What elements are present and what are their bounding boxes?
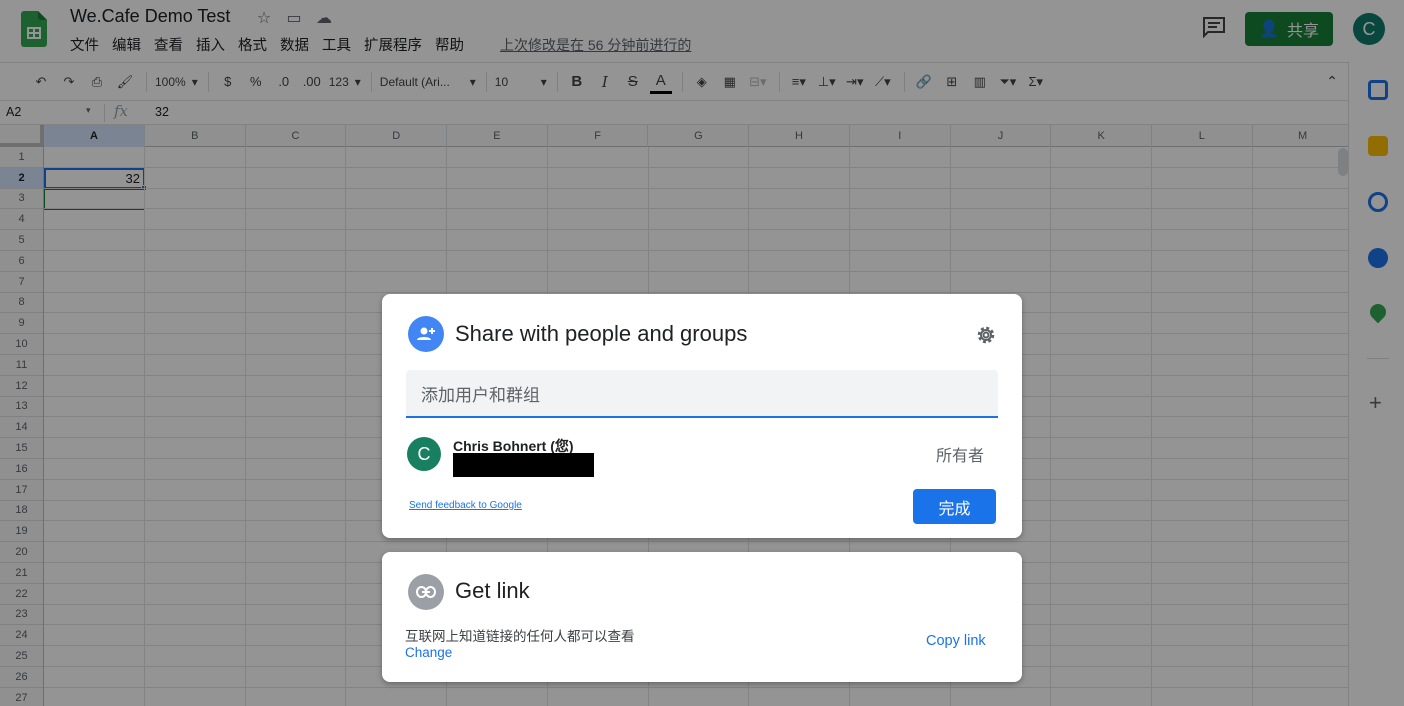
copy-link-button[interactable]: Copy link — [926, 633, 986, 649]
gear-icon[interactable] — [974, 323, 998, 347]
add-person-icon — [408, 316, 444, 352]
send-feedback-link[interactable]: Send feedback to Google — [409, 500, 522, 511]
get-link-title: Get link — [455, 578, 530, 603]
change-access-link[interactable]: Change — [405, 645, 452, 660]
share-dialog: Share with people and groups 添加用户和群组 C C… — [382, 294, 1022, 538]
link-access-description: 互联网上知道链接的任何人都可以查看 — [405, 629, 635, 644]
redacted-email — [453, 453, 594, 477]
share-dialog-title: Share with people and groups — [455, 321, 748, 346]
link-icon — [408, 574, 444, 610]
add-people-input[interactable]: 添加用户和群组 — [406, 370, 998, 418]
done-button[interactable]: 完成 — [913, 489, 996, 524]
user-avatar: C — [407, 437, 441, 471]
user-role: 所有者 — [936, 448, 985, 465]
get-link-dialog: Get link 互联网上知道链接的任何人都可以查看 Change Copy l… — [382, 552, 1022, 682]
